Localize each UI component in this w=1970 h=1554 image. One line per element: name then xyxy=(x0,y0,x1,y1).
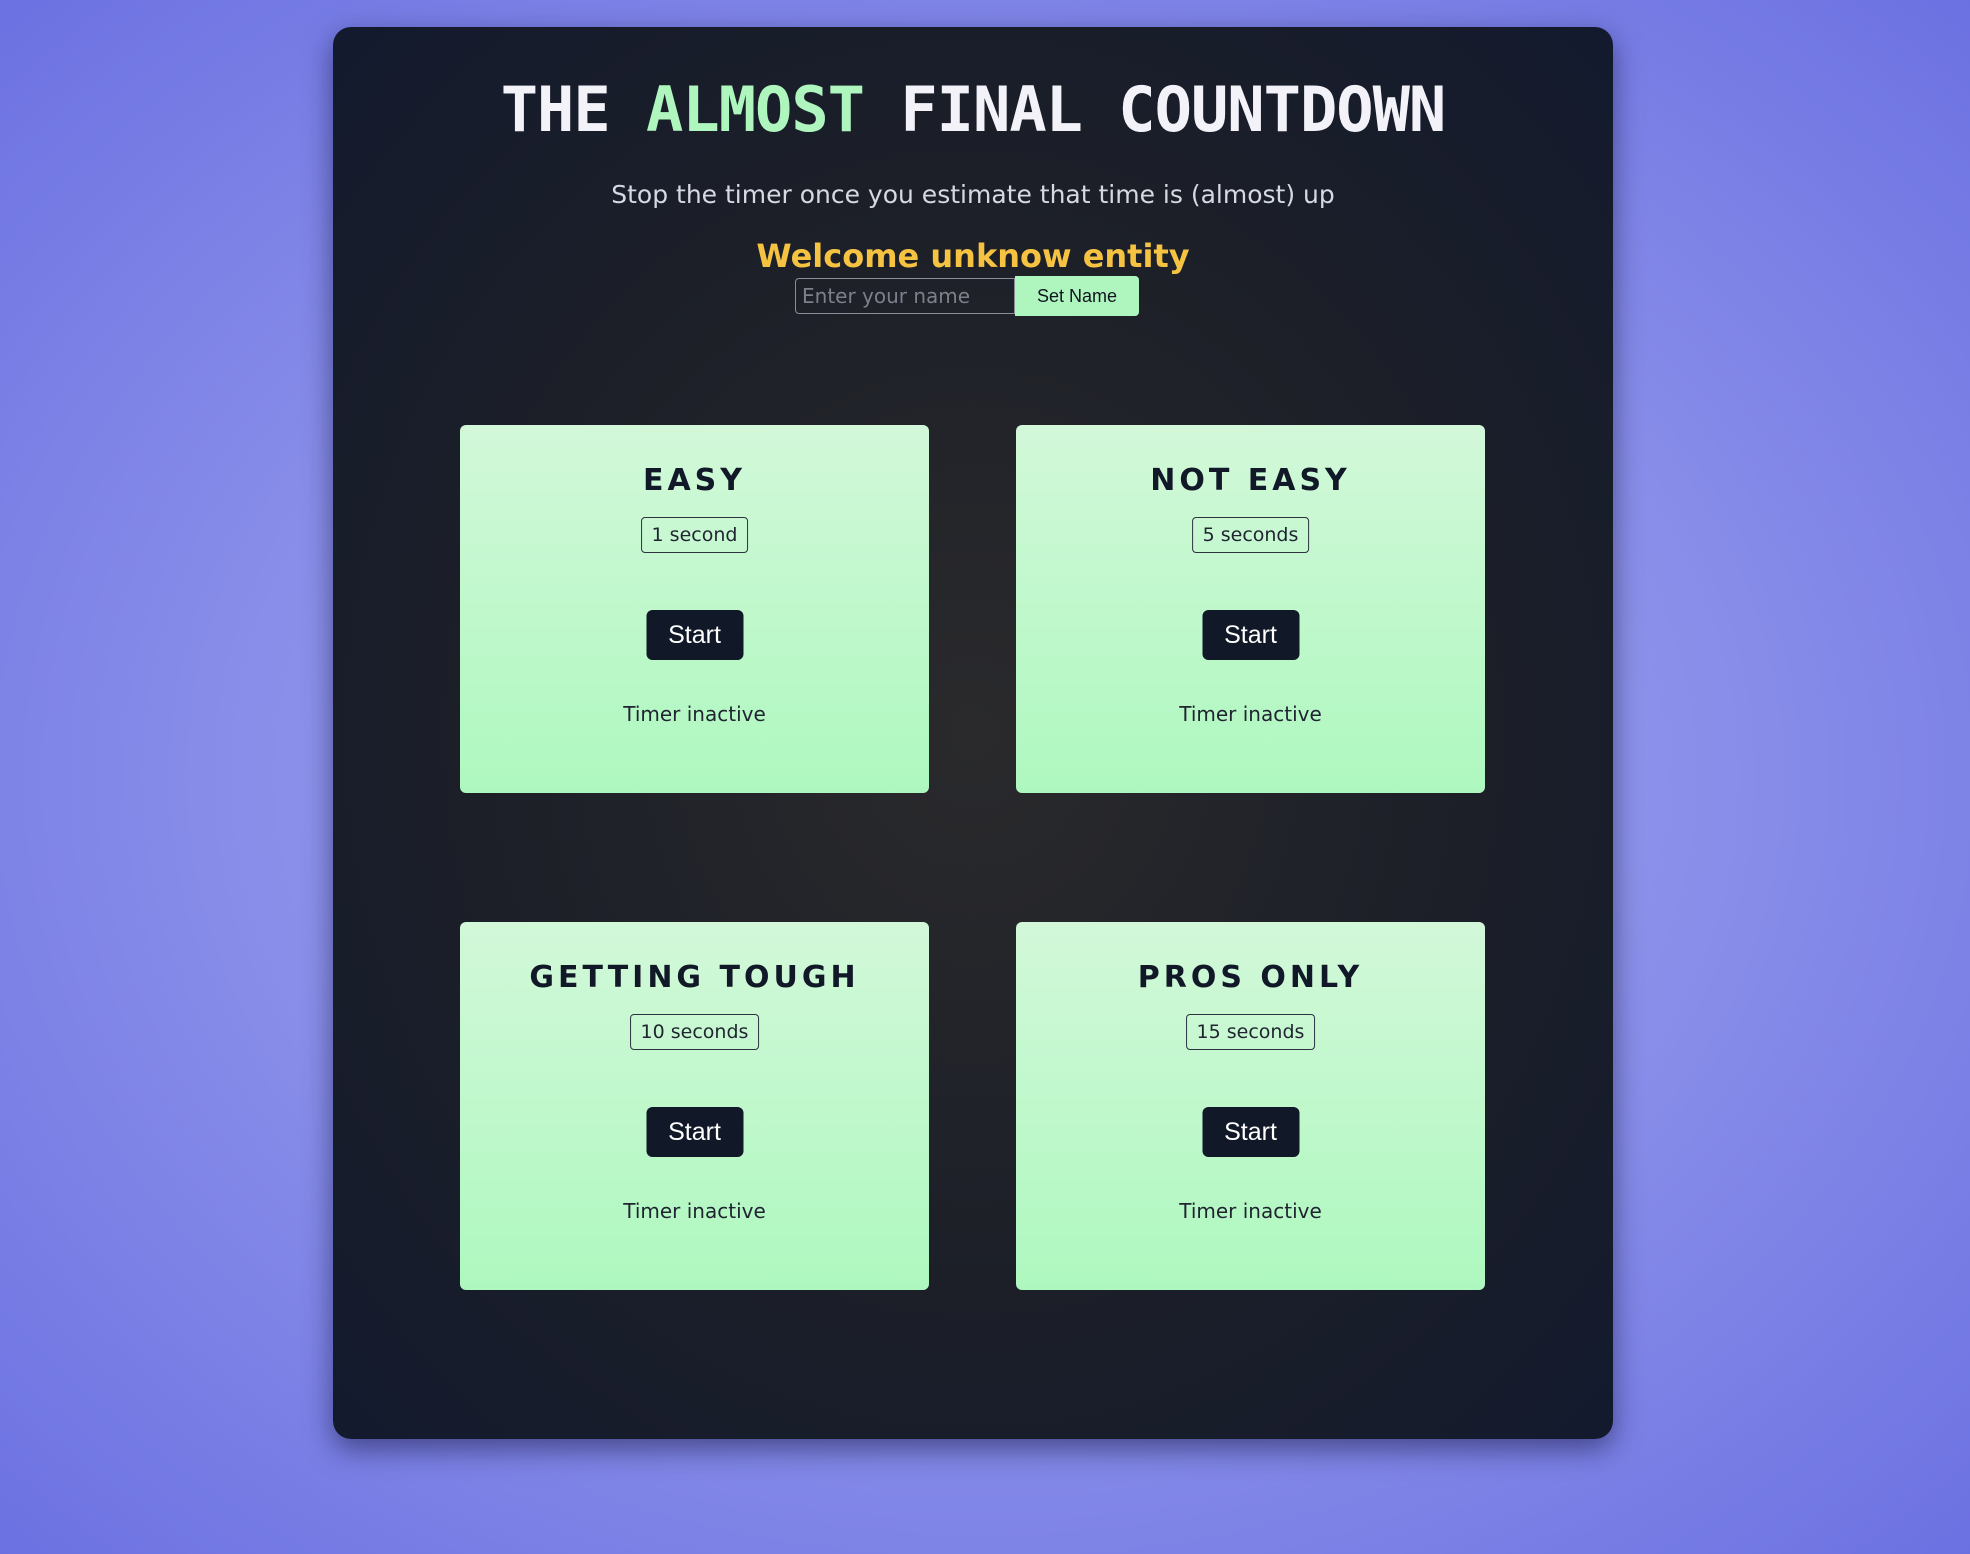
title-part-1: THE xyxy=(500,73,647,146)
level-title: EASY xyxy=(642,463,747,498)
duration-badge: 5 seconds xyxy=(1191,517,1310,553)
duration-badge: 10 seconds xyxy=(629,1014,760,1050)
timer-status: Timer inactive xyxy=(623,702,766,726)
level-title: NOT EASY xyxy=(1150,463,1351,498)
level-card-getting-tough: GETTING TOUGH 10 seconds Start Timer ina… xyxy=(460,922,929,1290)
title-part-2: FINAL COUNTDOWN xyxy=(864,73,1446,146)
duration-badge: 1 second xyxy=(640,517,749,553)
duration-badge: 15 seconds xyxy=(1185,1014,1316,1050)
start-button-easy[interactable]: Start xyxy=(646,610,743,660)
name-input[interactable] xyxy=(795,278,1015,314)
welcome-message: Welcome unknow entity xyxy=(756,237,1190,275)
start-button-getting-tough[interactable]: Start xyxy=(646,1107,743,1157)
level-card-pros-only: PROS ONLY 15 seconds Start Timer inactiv… xyxy=(1016,922,1485,1290)
title-accent: ALMOST xyxy=(646,73,865,146)
start-button-pros-only[interactable]: Start xyxy=(1202,1107,1299,1157)
level-card-easy: EASY 1 second Start Timer inactive xyxy=(460,425,929,793)
name-form: Set Name xyxy=(795,276,1139,316)
timer-status: Timer inactive xyxy=(1179,702,1322,726)
level-title: PROS ONLY xyxy=(1137,960,1364,995)
page-title: THE ALMOST FINAL COUNTDOWN xyxy=(333,73,1613,147)
game-container: THE ALMOST FINAL COUNTDOWN Stop the time… xyxy=(333,27,1613,1439)
timer-status: Timer inactive xyxy=(1179,1199,1322,1223)
timer-status: Timer inactive xyxy=(623,1199,766,1223)
start-button-not-easy[interactable]: Start xyxy=(1202,610,1299,660)
level-card-not-easy: NOT EASY 5 seconds Start Timer inactive xyxy=(1016,425,1485,793)
set-name-button[interactable]: Set Name xyxy=(1015,276,1139,316)
page-subtitle: Stop the timer once you estimate that ti… xyxy=(611,180,1335,209)
level-title: GETTING TOUGH xyxy=(529,960,860,995)
